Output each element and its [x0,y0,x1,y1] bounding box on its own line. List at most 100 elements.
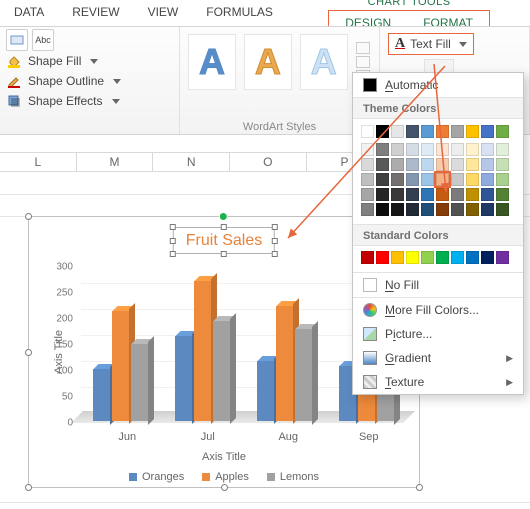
color-swatch[interactable] [361,143,374,156]
shape-fill-dropdown[interactable]: Shape Fill [6,53,173,69]
title-handle[interactable] [170,224,176,230]
color-swatch[interactable] [451,203,464,216]
color-swatch[interactable] [421,188,434,201]
color-swatch[interactable] [496,188,509,201]
bar[interactable] [257,361,274,421]
bar[interactable] [93,369,110,422]
wordart-preset-3[interactable]: A [300,34,348,90]
color-swatch[interactable] [376,188,389,201]
color-swatch[interactable] [451,143,464,156]
color-swatch[interactable] [436,251,449,264]
color-swatch[interactable] [406,173,419,186]
shape-effects-dropdown[interactable]: Shape Effects [6,93,173,109]
text-fill-dropdown[interactable]: A Text Fill [388,33,474,55]
tab-review[interactable]: REVIEW [58,0,133,26]
color-swatch[interactable] [391,158,404,171]
color-swatch[interactable] [481,251,494,264]
color-swatch[interactable] [436,125,449,138]
wordart-preset-1[interactable]: A [188,34,236,90]
color-swatch[interactable] [376,143,389,156]
color-swatch[interactable] [376,251,389,264]
bar[interactable] [194,281,211,421]
chart-legend[interactable]: Oranges Apples Lemons [29,471,419,483]
color-swatch[interactable] [421,158,434,171]
picture-option[interactable]: Picture... [353,322,523,346]
color-swatch[interactable] [361,125,374,138]
gradient-option[interactable]: Gradient ▶ [353,346,523,370]
color-swatch[interactable] [466,188,479,201]
color-swatch[interactable] [466,203,479,216]
color-swatch[interactable] [481,188,494,201]
color-swatch[interactable] [436,158,449,171]
style-preset-1[interactable] [6,29,28,51]
bar[interactable] [131,344,148,422]
color-swatch[interactable] [466,143,479,156]
bar[interactable] [175,336,192,421]
wordart-gallery[interactable]: A A A [186,29,373,95]
color-swatch[interactable] [481,125,494,138]
color-swatch[interactable] [481,158,494,171]
no-fill-option[interactable]: No Fill [353,273,523,297]
color-swatch[interactable] [391,251,404,264]
color-swatch[interactable] [421,251,434,264]
title-handle[interactable] [272,224,278,230]
title-handle[interactable] [170,251,176,257]
color-swatch[interactable] [406,203,419,216]
more-fill-colors-option[interactable]: More Fill Colors... [353,298,523,322]
bar[interactable] [276,306,293,421]
color-swatch[interactable] [436,173,449,186]
color-swatch[interactable] [406,188,419,201]
color-swatch[interactable] [496,251,509,264]
rotate-handle[interactable] [219,212,228,221]
col-header[interactable]: O [230,152,307,171]
color-swatch[interactable] [421,173,434,186]
shape-outline-dropdown[interactable]: Shape Outline [6,73,173,89]
color-swatch[interactable] [391,188,404,201]
bar[interactable] [112,311,129,421]
selection-handle[interactable] [221,484,228,491]
selection-handle[interactable] [416,484,423,491]
color-swatch[interactable] [376,203,389,216]
color-swatch[interactable] [451,173,464,186]
color-swatch[interactable] [481,173,494,186]
color-swatch[interactable] [451,251,464,264]
tab-view[interactable]: VIEW [134,0,193,26]
title-handle[interactable] [170,238,176,244]
color-swatch[interactable] [466,173,479,186]
color-swatch[interactable] [436,188,449,201]
color-swatch[interactable] [496,125,509,138]
color-swatch[interactable] [451,125,464,138]
color-swatch[interactable] [391,125,404,138]
color-swatch[interactable] [406,158,419,171]
color-swatch[interactable] [361,188,374,201]
color-swatch[interactable] [496,158,509,171]
tab-data[interactable]: DATA [0,0,58,26]
text-fill-color-panel[interactable]: Automatic Theme Colors Standard Colors N… [352,72,524,395]
color-swatch[interactable] [466,158,479,171]
color-swatch[interactable] [436,143,449,156]
color-swatch[interactable] [391,203,404,216]
color-swatch[interactable] [361,251,374,264]
color-swatch[interactable] [361,203,374,216]
bar[interactable] [213,321,230,421]
color-swatch[interactable] [421,143,434,156]
color-swatch[interactable] [376,125,389,138]
color-swatch[interactable] [481,203,494,216]
color-swatch[interactable] [406,125,419,138]
color-swatch[interactable] [466,251,479,264]
color-swatch[interactable] [481,143,494,156]
color-swatch[interactable] [496,173,509,186]
bar[interactable] [295,329,312,422]
color-swatch[interactable] [421,125,434,138]
title-handle[interactable] [221,251,227,257]
title-handle[interactable] [272,251,278,257]
color-swatch[interactable] [406,251,419,264]
chart-title[interactable]: Fruit Sales [173,227,275,254]
color-swatch[interactable] [376,173,389,186]
selection-handle[interactable] [25,213,32,220]
color-swatch[interactable] [376,158,389,171]
color-swatch[interactable] [436,203,449,216]
color-swatch[interactable] [391,173,404,186]
color-swatch[interactable] [451,188,464,201]
color-swatch[interactable] [451,158,464,171]
